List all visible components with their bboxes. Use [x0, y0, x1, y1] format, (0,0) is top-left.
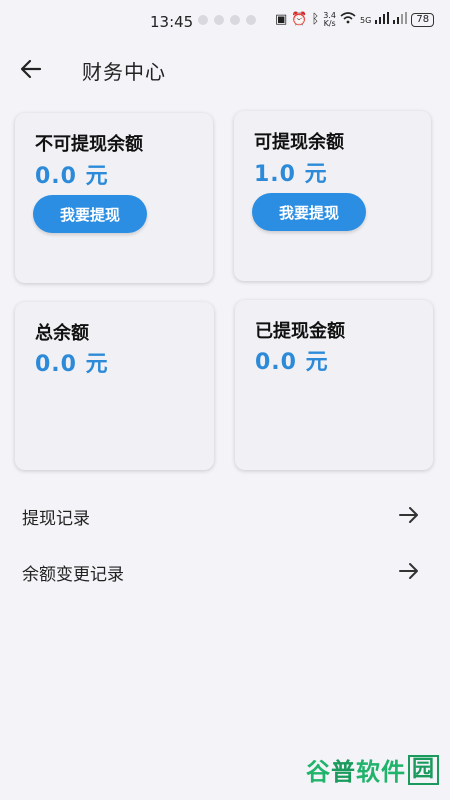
watermark-text: 普	[331, 758, 356, 786]
watermark-text: 谷	[306, 758, 331, 786]
back-arrow-icon[interactable]	[18, 56, 44, 82]
total-balance-card: 总余额 0.0 元	[15, 302, 214, 470]
notification-dots	[198, 15, 256, 25]
net-speed: 3.4 K/s	[323, 12, 336, 28]
withdrawable-balance-card: 可提现余额 1.0 元 我要提现	[234, 111, 431, 281]
non-withdrawable-balance-card: 不可提现余额 0.0 元 我要提现	[15, 113, 213, 283]
card-amount: 1.0 元	[254, 162, 328, 187]
withdraw-button[interactable]: 我要提现	[33, 195, 147, 233]
nfc-icon: ▣	[275, 12, 288, 27]
watermark-text: 园	[408, 754, 440, 785]
list-item-label: 余额变更记录	[22, 565, 124, 585]
network-type: 5G	[360, 15, 372, 25]
net-speed-unit: K/s	[323, 19, 336, 28]
watermark-text: 软件	[356, 758, 406, 786]
alarm-icon: ⏰	[291, 12, 308, 27]
bluetooth-icon: ᛒ	[311, 12, 320, 27]
status-bar: 13:45 ▣ ⏰ ᛒ 3.4 K/s 5G 78	[0, 0, 450, 40]
notification-dot-icon	[230, 15, 240, 25]
notification-dot-icon	[198, 15, 208, 25]
arrow-right-icon	[398, 560, 420, 582]
card-label: 不可提现余额	[35, 134, 143, 155]
page-title: 财务中心	[82, 60, 166, 84]
card-label: 已提现金额	[255, 321, 345, 342]
card-label: 可提现余额	[254, 132, 344, 153]
card-amount: 0.0 元	[35, 164, 109, 189]
status-time: 13:45	[150, 13, 194, 31]
notification-dot-icon	[214, 15, 224, 25]
card-amount: 0.0 元	[35, 352, 109, 377]
arrow-right-icon	[398, 504, 420, 526]
list-item-label: 提现记录	[22, 509, 90, 529]
status-icons: ▣ ⏰ ᛒ 3.4 K/s 5G 78	[275, 12, 435, 28]
withdraw-records-row[interactable]: 提现记录	[0, 496, 450, 536]
balance-change-records-row[interactable]: 余额变更记录	[0, 552, 450, 592]
withdrawn-amount-card: 已提现金额 0.0 元	[235, 300, 433, 470]
withdraw-button[interactable]: 我要提现	[252, 193, 366, 231]
card-amount: 0.0 元	[255, 350, 329, 375]
watermark-logo: 谷 普 软件 园	[306, 752, 440, 787]
notification-dot-icon	[246, 15, 256, 25]
battery-indicator: 78	[411, 13, 435, 27]
card-label: 总余额	[35, 323, 89, 344]
wifi-icon	[340, 12, 356, 28]
signal-icon	[375, 12, 390, 28]
signal-icon-2	[393, 12, 408, 28]
